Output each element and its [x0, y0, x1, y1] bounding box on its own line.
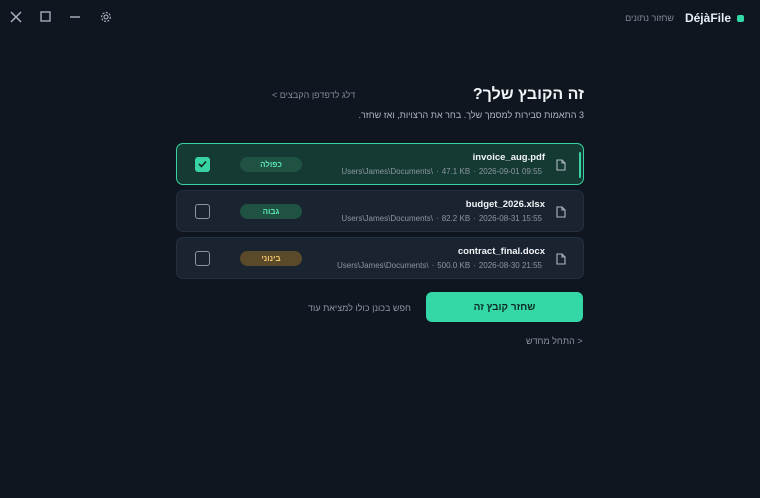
file-meta: Users\James\Documents\ · 82.2 KB · 2026-08-3… [341, 214, 542, 223]
file-size: 82.2 KB [441, 214, 471, 223]
file-date: 2026-09-01 09:55 [478, 167, 542, 176]
file-meta: Users\James\Documents\ · 500.0 KB · 2026-08-… [336, 261, 542, 270]
start-over-link[interactable]: < התחל מחדש [526, 336, 583, 346]
file-date: 2026-08-31 15:55 [478, 214, 542, 223]
skip-to-browser-link[interactable]: דלג לדפדפן הקבצים > [272, 90, 355, 100]
file-path: Users\James\Documents\ [336, 261, 429, 270]
search-whole-drive-link[interactable]: חפש בכונן כולו למציאת עוד [308, 303, 411, 313]
selected-indicator [579, 152, 581, 178]
restore-file-button[interactable]: שחזר קובץ זה [426, 292, 583, 322]
match-badge: בינוני [240, 251, 302, 266]
page-subtitle: 3 התאמות סבירות למסמך שלך. בחר את הרצויו… [358, 110, 584, 120]
document-icon [556, 158, 566, 176]
brand-logo-icon [737, 14, 744, 22]
file-meta: Users\James\Documents\ · 47.1 KB · 2026-09-0… [341, 167, 542, 176]
checkbox-unchecked[interactable] [195, 204, 210, 219]
document-icon [556, 205, 566, 223]
document-icon [556, 252, 566, 270]
file-path: Users\James\Documents\ [341, 214, 434, 223]
file-row-budget[interactable]: גבוה budget_2026.xlsx Users\James\Docume… [176, 190, 584, 232]
gear-icon[interactable] [96, 8, 116, 28]
file-row-invoice[interactable]: כפולה invoice_aug.pdf Users\James\Docume… [176, 143, 584, 185]
match-badge: כפולה [240, 157, 302, 172]
checkbox-checked[interactable] [195, 157, 210, 172]
brand-name: DéjàFile [684, 11, 731, 25]
close-icon[interactable] [6, 8, 26, 28]
file-path: Users\James\Documents\ [341, 167, 434, 176]
brand: DéjàFile [685, 11, 744, 25]
file-name: contract_final.docx [457, 246, 545, 257]
file-date: 2026-08-30 21:55 [478, 261, 542, 270]
file-name: invoice_aug.pdf [472, 152, 545, 163]
file-name: budget_2026.xlsx [465, 199, 545, 210]
file-size: 47.1 KB [441, 167, 471, 176]
file-size: 500.0 KB [437, 261, 471, 270]
maximize-icon[interactable] [35, 8, 55, 28]
match-badge: גבוה [240, 204, 302, 219]
file-row-contract[interactable]: בינוני contract_final.docx Users\James\D… [176, 237, 584, 279]
match-list: כפולה invoice_aug.pdf Users\James\Docume… [176, 143, 584, 284]
recover-data-link[interactable]: שחזור נתונים [625, 13, 674, 23]
title-bar: שחזור נתונים DéjàFile [0, 0, 760, 36]
checkbox-unchecked[interactable] [195, 251, 210, 266]
page-title: זה הקובץ שלך? [472, 86, 584, 103]
minimize-icon[interactable] [65, 8, 85, 28]
